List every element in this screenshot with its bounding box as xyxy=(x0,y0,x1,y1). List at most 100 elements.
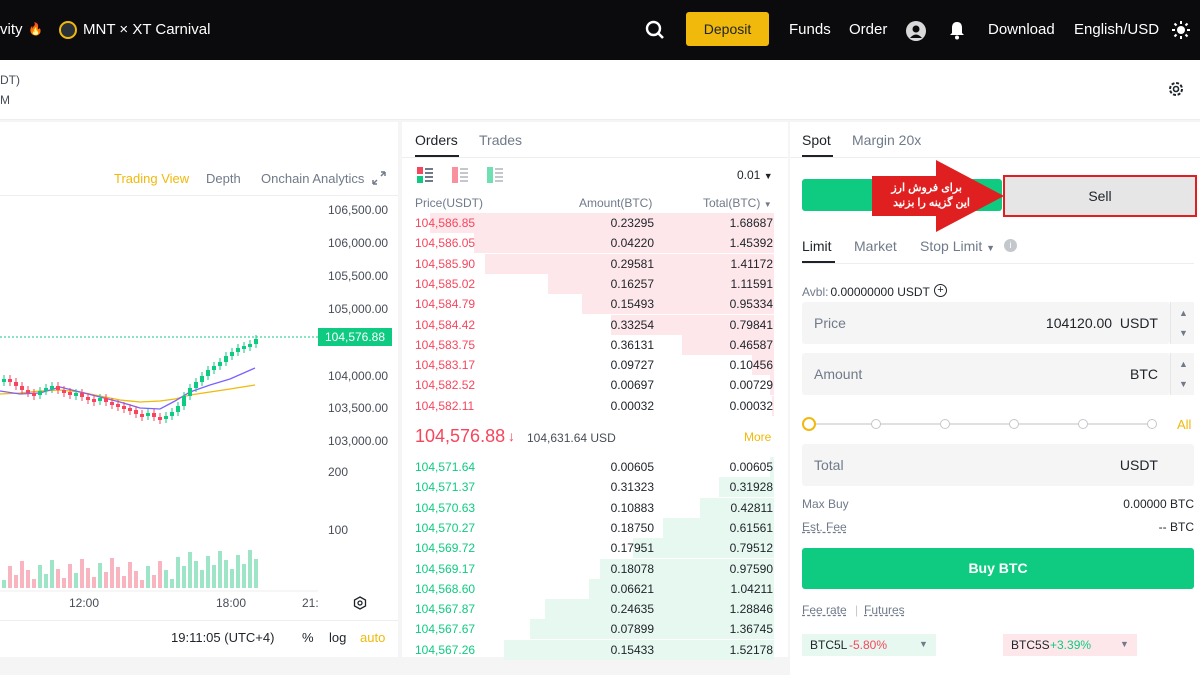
candle-body xyxy=(92,399,96,402)
amount-label: Amount xyxy=(814,366,863,382)
ask-row[interactable]: 104,583.17 0.09727 0.10456 xyxy=(414,355,774,376)
price-stepper[interactable]: ▲ ▼ xyxy=(1170,302,1194,344)
deposit-button[interactable]: Deposit xyxy=(686,12,769,46)
order-menu[interactable]: Order xyxy=(849,21,887,38)
current-price-label: 104,576.88 xyxy=(318,328,392,346)
tab-margin[interactable]: Margin 20x xyxy=(852,132,921,148)
bid-row[interactable]: 104,567.67 0.07899 1.36745 xyxy=(414,619,774,640)
user-icon[interactable] xyxy=(906,21,926,41)
precision-selector[interactable]: 0.01 ▼ xyxy=(737,168,773,182)
tab-orders[interactable]: Orders xyxy=(415,132,458,148)
stop-limit-label: Stop Limit xyxy=(920,238,983,254)
tab-onchain-analytics[interactable]: Onchain Analytics xyxy=(261,171,364,186)
caret-down-icon[interactable]: ▼ xyxy=(1179,379,1188,389)
slider-step[interactable] xyxy=(1078,419,1088,429)
caret-down-icon[interactable]: ▼ xyxy=(1179,328,1188,338)
amount-unit: BTC xyxy=(1130,366,1158,382)
bid-row[interactable]: 104,568.60 0.06621 1.04211 xyxy=(414,578,774,599)
ask-row[interactable]: 104,584.79 0.15493 0.95334 xyxy=(414,294,774,315)
ask-row[interactable]: 104,583.75 0.36131 0.46587 xyxy=(414,334,774,355)
price-unit: USDT xyxy=(1119,315,1158,331)
bids-only-view-icon[interactable] xyxy=(487,167,503,183)
order-total: 1.04211 xyxy=(730,581,774,596)
notification-bell-icon[interactable] xyxy=(947,20,967,40)
search-icon[interactable] xyxy=(645,20,665,40)
slider-step[interactable] xyxy=(1147,419,1157,429)
leveraged-token-short[interactable]: BTC5S +3.39% ▼ xyxy=(1003,634,1137,656)
auto-scale-toggle[interactable]: auto xyxy=(360,630,385,645)
order-price: 104,570.63 xyxy=(415,500,476,515)
bid-row[interactable]: 104,571.37 0.31323 0.31928 xyxy=(414,477,774,498)
carnival-promo-link[interactable]: MNT × XT Carnival xyxy=(83,21,210,38)
total-input[interactable]: Total USDT xyxy=(802,444,1194,486)
ask-row[interactable]: 104,582.11 0.00032 0.00032 xyxy=(414,395,774,416)
bid-row[interactable]: 104,571.64 0.00605 0.00605 xyxy=(414,457,774,477)
language-currency-selector[interactable]: English/USD xyxy=(1074,21,1159,38)
amount-stepper[interactable]: ▲ ▼ xyxy=(1170,353,1194,395)
theme-sun-icon[interactable] xyxy=(1171,20,1191,40)
caret-up-icon[interactable]: ▲ xyxy=(1179,308,1188,318)
bid-row[interactable]: 104,570.27 0.18750 0.61561 xyxy=(414,517,774,538)
order-price: 104,567.26 xyxy=(415,642,476,657)
bid-row[interactable]: 104,569.72 0.17951 0.79512 xyxy=(414,538,774,559)
bid-row[interactable]: 104,569.17 0.18078 0.97590 xyxy=(414,558,774,579)
amount-input[interactable]: Amount BTC xyxy=(802,353,1170,395)
axis-settings-icon[interactable] xyxy=(353,596,367,610)
order-type-limit[interactable]: Limit xyxy=(802,238,832,254)
est-fee-label[interactable]: Est. Fee xyxy=(802,520,847,534)
order-total: 0.00605 xyxy=(729,460,773,474)
tab-depth[interactable]: Depth xyxy=(206,171,241,186)
info-icon[interactable]: i xyxy=(1004,239,1017,252)
volume-bar xyxy=(116,567,120,588)
both-sides-view-icon[interactable] xyxy=(417,167,433,183)
nav-item-activity[interactable]: vity xyxy=(0,21,23,38)
bid-row[interactable]: 104,567.26 0.15433 1.52178 xyxy=(414,639,774,660)
bid-row[interactable]: 104,570.63 0.10883 0.42811 xyxy=(414,497,774,518)
ask-row[interactable]: 104,585.02 0.16257 1.11591 xyxy=(414,273,774,294)
caret-down-icon: ▼ xyxy=(1120,639,1129,649)
candle-body xyxy=(182,396,186,406)
leveraged-token-long[interactable]: BTC5L -5.80% ▼ xyxy=(802,634,936,656)
more-link[interactable]: More xyxy=(744,430,771,444)
order-total: 0.46587 xyxy=(729,337,773,352)
col-header-total[interactable]: Total(BTC) ▼ xyxy=(703,196,772,210)
tab-trades[interactable]: Trades xyxy=(479,132,522,148)
order-price: 104,583.75 xyxy=(415,337,476,352)
order-total: 1.36745 xyxy=(729,622,773,637)
amount-slider-track[interactable] xyxy=(808,423,1152,425)
slider-step[interactable] xyxy=(1009,419,1019,429)
candle-body xyxy=(176,406,180,412)
sell-tab-button[interactable]: Sell xyxy=(1003,175,1197,217)
funds-menu[interactable]: Funds xyxy=(789,21,831,38)
asks-only-view-icon[interactable] xyxy=(452,167,468,183)
ask-row[interactable]: 104,582.52 0.00697 0.00729 xyxy=(414,375,774,396)
order-type-market[interactable]: Market xyxy=(854,238,897,254)
candlestick-chart[interactable] xyxy=(0,196,318,596)
ask-row[interactable]: 104,586.05 0.04220 1.45392 xyxy=(414,233,774,254)
tab-spot[interactable]: Spot xyxy=(802,132,831,148)
expand-fullscreen-icon[interactable] xyxy=(371,170,387,186)
percent-scale-toggle[interactable]: % xyxy=(302,630,314,645)
ask-row[interactable]: 104,585.90 0.29581 1.41172 xyxy=(414,253,774,274)
candle-body xyxy=(110,402,114,405)
slider-step[interactable] xyxy=(940,419,950,429)
slider-all-button[interactable]: All xyxy=(1177,417,1191,432)
tab-trading-view[interactable]: Trading View xyxy=(114,171,189,186)
ask-row[interactable]: 104,584.42 0.33254 0.79841 xyxy=(414,314,774,335)
bid-row[interactable]: 104,567.87 0.24635 1.28846 xyxy=(414,599,774,620)
futures-link[interactable]: Futures xyxy=(864,603,905,617)
settings-gear-icon[interactable] xyxy=(1167,80,1185,98)
download-link[interactable]: Download xyxy=(988,21,1055,38)
price-input[interactable]: Price 104120.00 USDT xyxy=(802,302,1170,344)
slider-step[interactable] xyxy=(871,419,881,429)
buy-btc-button[interactable]: Buy BTC xyxy=(802,548,1194,589)
order-type-stop-limit[interactable]: Stop Limit ▼ xyxy=(920,238,995,254)
add-funds-icon[interactable]: + xyxy=(934,284,947,297)
slider-handle[interactable] xyxy=(802,417,816,431)
order-price: 104,584.42 xyxy=(415,317,476,332)
fee-rate-link[interactable]: Fee rate xyxy=(802,603,847,617)
caret-up-icon[interactable]: ▲ xyxy=(1179,359,1188,369)
volume-bar xyxy=(218,551,222,588)
log-scale-toggle[interactable]: log xyxy=(329,630,346,645)
ask-row[interactable]: 104,586.85 0.23295 1.68687 xyxy=(414,213,774,233)
